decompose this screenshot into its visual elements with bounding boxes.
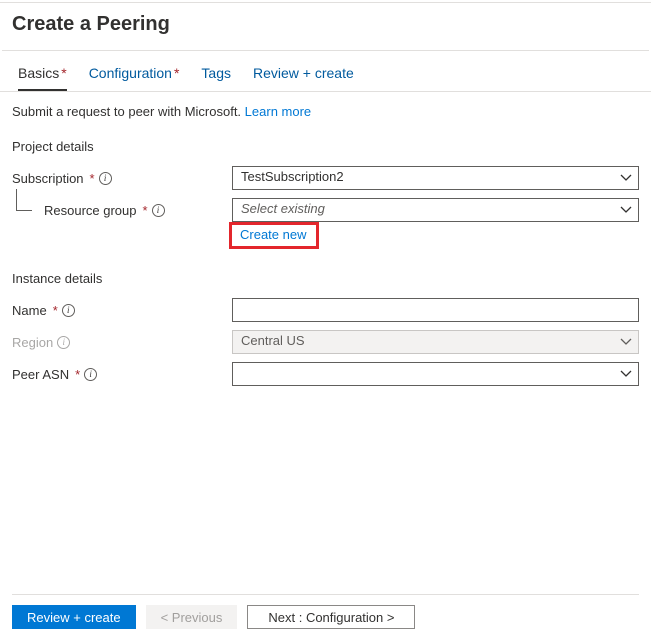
create-new-link[interactable]: Create new: [240, 227, 306, 242]
instance-details-heading: Instance details: [0, 249, 651, 290]
tab-configuration-label: Configuration: [89, 65, 172, 81]
tab-basics[interactable]: Basics*: [18, 65, 67, 91]
tab-tags-label: Tags: [201, 65, 231, 81]
create-new-highlight: Create new: [229, 222, 319, 249]
name-field[interactable]: [232, 298, 639, 322]
subscription-value: TestSubscription2: [241, 169, 344, 184]
tab-review-create[interactable]: Review + create: [253, 65, 354, 91]
resource-group-placeholder: Select existing: [241, 201, 325, 216]
required-marker: *: [61, 65, 66, 81]
resource-group-label: Resource group* i: [12, 203, 232, 218]
info-icon[interactable]: i: [84, 368, 97, 381]
subscription-label: Subscription* i: [12, 171, 232, 186]
project-details-heading: Project details: [0, 123, 651, 158]
name-label: Name* i: [12, 303, 232, 318]
region-value: Central US: [241, 333, 305, 348]
peer-asn-select[interactable]: [232, 362, 639, 386]
chevron-down-icon: [620, 338, 632, 346]
resource-group-select[interactable]: Select existing: [232, 198, 639, 222]
tab-configuration[interactable]: Configuration*: [89, 65, 180, 91]
nesting-indicator: [16, 189, 32, 211]
chevron-down-icon: [620, 174, 632, 182]
learn-more-link[interactable]: Learn more: [245, 104, 311, 119]
info-icon[interactable]: i: [57, 336, 70, 349]
tab-tags[interactable]: Tags: [201, 65, 231, 91]
info-icon[interactable]: i: [62, 304, 75, 317]
footer: Review + create < Previous Next : Config…: [12, 594, 639, 629]
region-select: Central US: [232, 330, 639, 354]
page-title: Create a Peering: [0, 3, 651, 50]
required-marker: *: [174, 65, 179, 81]
tab-basics-label: Basics: [18, 65, 59, 81]
next-button[interactable]: Next : Configuration >: [247, 605, 415, 629]
review-create-button[interactable]: Review + create: [12, 605, 136, 629]
info-icon[interactable]: i: [152, 204, 165, 217]
description: Submit a request to peer with Microsoft.…: [0, 92, 651, 123]
peer-asn-label: Peer ASN* i: [12, 367, 232, 382]
tab-review-create-label: Review + create: [253, 65, 354, 81]
region-label: Region i: [12, 335, 232, 350]
previous-button: < Previous: [146, 605, 238, 629]
tabs: Basics* Configuration* Tags Review + cre…: [0, 51, 651, 92]
chevron-down-icon: [620, 370, 632, 378]
subscription-select[interactable]: TestSubscription2: [232, 166, 639, 190]
info-icon[interactable]: i: [99, 172, 112, 185]
chevron-down-icon: [620, 206, 632, 214]
description-text: Submit a request to peer with Microsoft.: [12, 104, 241, 119]
